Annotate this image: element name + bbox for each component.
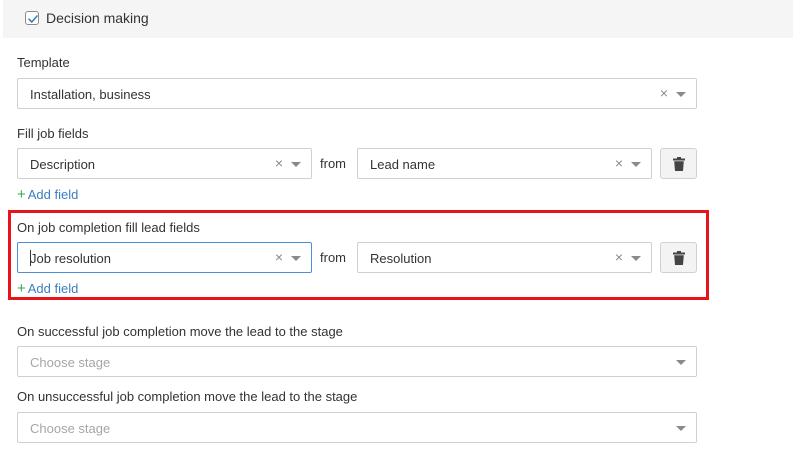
clear-icon[interactable]: × [613,156,625,170]
decision-making-settings: Decision making Template Installation, b… [0,0,793,461]
clear-icon[interactable]: × [658,86,670,100]
clear-icon[interactable]: × [273,250,285,264]
job-field-select[interactable]: Description × [17,148,312,179]
success-stage-label: On successful job completion move the le… [17,324,343,339]
clear-icon[interactable]: × [613,250,625,264]
template-value: Installation, business [30,87,151,102]
section-header: Decision making [3,0,793,38]
template-select[interactable]: Installation, business × [17,78,697,109]
job-source-value: Resolution [370,251,432,266]
clear-icon[interactable]: × [273,156,285,170]
chevron-down-icon[interactable] [291,162,301,167]
delete-row-button[interactable] [660,242,697,273]
decision-making-checkbox[interactable] [25,11,39,25]
add-field-label: Add field [27,187,79,202]
lead-field-select[interactable]: Job resolution × [17,242,312,273]
chevron-down-icon[interactable] [631,162,641,167]
success-stage-placeholder: Choose stage [30,355,111,370]
lead-source-value: Lead name [370,157,436,172]
fill-job-fields-label: Fill job fields [17,126,89,141]
add-field-label: Add field [27,281,79,296]
decision-making-label: Decision making [46,10,149,26]
from-label: from [320,156,346,171]
plus-icon: + [17,280,26,297]
add-lead-field-link[interactable]: + Add field [17,280,78,297]
chevron-down-icon[interactable] [676,426,686,431]
success-stage-select[interactable]: Choose stage [17,346,697,377]
template-label: Template [17,55,70,70]
chevron-down-icon[interactable] [631,256,641,261]
chevron-down-icon[interactable] [676,92,686,97]
from-label: from [320,250,346,265]
job-source-select[interactable]: Resolution × [357,242,652,273]
lead-source-select[interactable]: Lead name × [357,148,652,179]
trash-icon [673,157,685,171]
job-field-value: Description [30,157,96,172]
trash-icon [673,251,685,265]
chevron-down-icon[interactable] [291,256,301,261]
completion-fill-label: On job completion fill lead fields [17,220,200,235]
lead-field-value: Job resolution [30,251,111,266]
fail-stage-select[interactable]: Choose stage [17,412,697,443]
fail-stage-label: On unsuccessful job completion move the … [17,389,358,404]
plus-icon: + [17,186,26,203]
delete-row-button[interactable] [660,148,697,179]
chevron-down-icon[interactable] [676,360,686,365]
checkmark-icon [28,15,38,23]
add-job-field-link[interactable]: + Add field [17,186,78,203]
fail-stage-placeholder: Choose stage [30,421,111,436]
